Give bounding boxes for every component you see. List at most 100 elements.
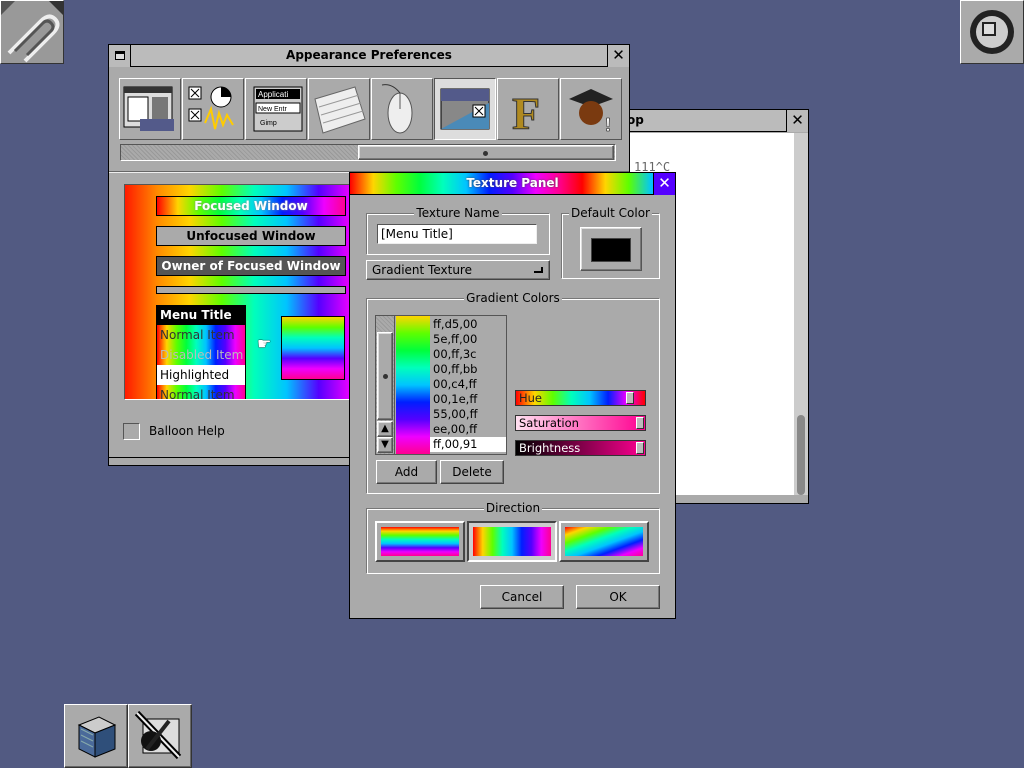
menu-prefs-icon[interactable]: Applicati New Entr Gimp bbox=[245, 78, 307, 140]
hue-label: Hue bbox=[519, 391, 543, 405]
svg-text:Gimp: Gimp bbox=[260, 120, 277, 127]
brightness-slider[interactable]: Brightness bbox=[515, 440, 646, 456]
balloon-help-label: Balloon Help bbox=[149, 424, 225, 438]
direction-horizontal-button[interactable] bbox=[375, 521, 465, 562]
preview-owner-window[interactable]: Owner of Focused Window bbox=[156, 256, 346, 276]
gradient-color-item[interactable]: 00,c4,ff bbox=[430, 377, 506, 392]
texture-panel-title: Texture Panel bbox=[466, 176, 559, 190]
color-list-scrollbar[interactable]: ▲ ▼ bbox=[376, 316, 395, 454]
preview-owner-label: Owner of Focused Window bbox=[161, 259, 341, 273]
delete-color-button[interactable]: Delete bbox=[440, 460, 504, 484]
brightness-slider-knob[interactable] bbox=[636, 442, 644, 454]
dropdown-arrow-icon bbox=[534, 267, 543, 273]
texture-name-value: [Menu Title] bbox=[381, 227, 453, 241]
hue-slider[interactable]: Hue bbox=[515, 390, 646, 406]
preview-focused-label: Focused Window bbox=[194, 199, 308, 213]
color-list-scroll-thumb[interactable] bbox=[377, 332, 393, 420]
appearance-window-titlebar[interactable]: Appearance Preferences bbox=[109, 45, 629, 67]
brightness-label: Brightness bbox=[519, 441, 581, 455]
scroll-thumb-dot-icon bbox=[383, 374, 388, 379]
gradient-color-item[interactable]: 00,ff,bb bbox=[430, 362, 506, 377]
svg-text:New Entr: New Entr bbox=[258, 106, 287, 113]
scroll-up-button[interactable]: ▲ bbox=[377, 421, 393, 437]
texture-name-field[interactable]: [Menu Title] bbox=[377, 224, 537, 244]
ok-label: OK bbox=[609, 590, 627, 604]
preview-menu[interactable]: Menu Title Normal Item Disabled Item Hig… bbox=[156, 305, 246, 399]
direction-group: Direction bbox=[366, 501, 660, 574]
toolbar-scroll-thumb[interactable] bbox=[358, 145, 614, 160]
svg-text:!: ! bbox=[605, 115, 611, 135]
horizontal-gradient-icon bbox=[381, 527, 459, 556]
default-color-well[interactable] bbox=[580, 227, 642, 271]
hue-slider-knob[interactable] bbox=[626, 392, 634, 404]
preview-menu-highlighted-item[interactable]: Highlighted bbox=[157, 365, 245, 385]
preview-menu-disabled-item: Disabled Item bbox=[157, 345, 245, 365]
gradient-color-item[interactable]: 00,1e,ff bbox=[430, 392, 506, 407]
gradient-color-list[interactable]: ▲ ▼ ff,d5,00 5e,ff,00 00,ff,3c 00,ff,bb 00,c… bbox=[375, 315, 507, 455]
window-prefs-icon[interactable] bbox=[119, 78, 181, 140]
toolbar-scrollbar[interactable] bbox=[120, 144, 616, 161]
balloon-help-checkbox[interactable] bbox=[123, 423, 140, 440]
scroll-down-button[interactable]: ▼ bbox=[377, 437, 393, 453]
direction-label: Direction bbox=[483, 501, 543, 515]
preview-menu-normal-item[interactable]: Normal Item bbox=[157, 325, 245, 345]
gradient-color-item[interactable]: ff,d5,00 bbox=[430, 317, 506, 332]
font-prefs-icon[interactable]: F bbox=[497, 78, 559, 140]
texture-panel-titlebar[interactable]: Texture Panel bbox=[350, 173, 675, 195]
miniaturize-icon bbox=[115, 51, 125, 60]
preview-menu-normal-item-2[interactable]: Normal Item bbox=[157, 385, 245, 399]
workspace-dock-icon[interactable] bbox=[960, 0, 1024, 64]
background-window-close-button[interactable]: ✕ bbox=[786, 110, 808, 132]
texture-panel-window[interactable]: Texture Panel ✕ Texture Name [Menu Title… bbox=[349, 172, 676, 619]
gradient-color-item[interactable]: 55,00,ff bbox=[430, 407, 506, 422]
delete-color-label: Delete bbox=[452, 465, 492, 479]
preview-menu-title: Menu Title bbox=[157, 306, 245, 325]
saturation-label: Saturation bbox=[519, 416, 579, 430]
cancel-button[interactable]: Cancel bbox=[480, 585, 564, 609]
cube-icon bbox=[77, 716, 117, 758]
appearance-window-title: Appearance Preferences bbox=[286, 48, 452, 62]
mouse-prefs-icon[interactable] bbox=[371, 78, 433, 140]
svg-text:Applicati: Applicati bbox=[258, 90, 288, 99]
appearance-window-close-button[interactable]: ✕ bbox=[607, 45, 629, 67]
vertical-gradient-icon bbox=[473, 527, 551, 556]
appearance-prefs-icon[interactable] bbox=[434, 78, 496, 140]
direction-vertical-button[interactable] bbox=[467, 521, 557, 562]
gradient-colors-label: Gradient Colors bbox=[464, 291, 562, 305]
cube-dock-icon[interactable] bbox=[64, 704, 128, 768]
background-window-titlebar[interactable]: op bbox=[609, 110, 808, 132]
clip-dock-icon[interactable] bbox=[0, 0, 64, 64]
scroll-thumb-dot-icon bbox=[483, 151, 488, 156]
preview-icon-tile bbox=[281, 316, 345, 380]
gradient-color-item[interactable]: ee,00,ff bbox=[430, 422, 506, 437]
workspace-prefs-icon[interactable] bbox=[182, 78, 244, 140]
preview-unfocused-window[interactable]: Unfocused Window bbox=[156, 226, 346, 246]
preview-focused-window[interactable]: Focused Window bbox=[156, 196, 346, 216]
saturation-slider[interactable]: Saturation bbox=[515, 415, 646, 431]
add-color-button[interactable]: Add bbox=[376, 460, 437, 484]
gradient-color-item[interactable]: 5e,ff,00 bbox=[430, 332, 506, 347]
prefs-toolbar: Applicati New Entr Gimp F ! bbox=[119, 78, 622, 142]
gradient-colors-group: Gradient Colors ▲ ▼ ff,d5,00 5e,ff,00 00,f… bbox=[366, 291, 660, 494]
color-list-rows: ff,d5,00 5e,ff,00 00,ff,3c 00,ff,bb 00,c4,ff… bbox=[430, 317, 506, 454]
texture-panel-close-button[interactable]: ✕ bbox=[653, 173, 675, 195]
pointing-hand-icon: ☛ bbox=[257, 334, 272, 353]
keyboard-prefs-icon[interactable] bbox=[308, 78, 370, 140]
background-window-scrollbar[interactable] bbox=[794, 133, 808, 495]
texture-name-group: Texture Name [Menu Title] bbox=[366, 206, 550, 255]
texture-type-dropdown[interactable]: Gradient Texture bbox=[366, 260, 550, 280]
gradient-color-item[interactable]: ff,00,91 bbox=[430, 437, 506, 452]
texture-name-label: Texture Name bbox=[414, 206, 502, 220]
diagonal-gradient-icon bbox=[565, 527, 643, 556]
gradient-color-item[interactable]: 00,ff,3c bbox=[430, 347, 506, 362]
miniaturize-button[interactable] bbox=[109, 45, 131, 67]
default-color-swatch bbox=[591, 238, 631, 262]
ok-button[interactable]: OK bbox=[576, 585, 660, 609]
direction-diagonal-button[interactable] bbox=[559, 521, 649, 562]
tools-dock-icon[interactable] bbox=[128, 704, 192, 768]
theme-preview[interactable]: Focused Window Unfocused Window Owner of… bbox=[124, 184, 352, 400]
default-color-group: Default Color bbox=[561, 206, 660, 279]
expert-prefs-icon[interactable]: ! bbox=[560, 78, 622, 140]
scrollbar-thumb[interactable] bbox=[797, 415, 805, 495]
saturation-slider-knob[interactable] bbox=[636, 417, 644, 429]
